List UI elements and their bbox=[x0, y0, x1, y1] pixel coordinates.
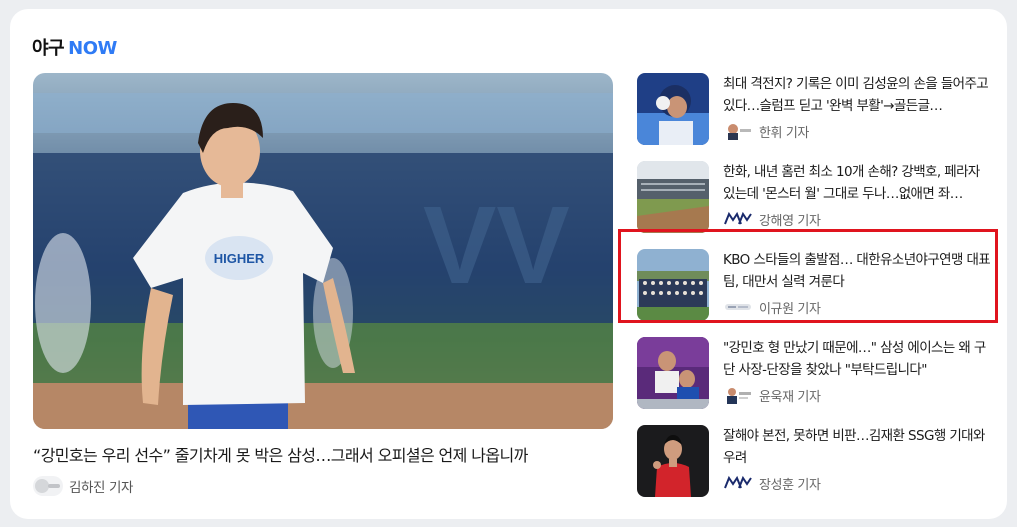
shirt-logo: HIGHER bbox=[205, 236, 273, 280]
press-logo-icon bbox=[33, 476, 63, 496]
reporter-name: 강해영 기자 bbox=[759, 213, 821, 229]
reporter-name: 이규원 기자 bbox=[759, 301, 821, 317]
list-item[interactable]: "강민호 형 만났기 때문에…" 삼성 에이스는 왜 구단 사장-단장을 찾았나… bbox=[637, 337, 1007, 425]
reporter-name: 김하진 기자 bbox=[69, 480, 133, 496]
press-logo-icon bbox=[723, 386, 753, 404]
list-item[interactable]: 잘해야 본전, 못하면 비판…김재환 SSG행 기대와 우려 장성훈 기자 bbox=[637, 425, 1007, 513]
article-byline: 이규원 기자 bbox=[723, 297, 821, 317]
article-thumbnail bbox=[637, 425, 709, 497]
reporter-name: 윤욱재 기자 bbox=[759, 389, 821, 405]
article-thumbnail bbox=[637, 73, 709, 145]
article-byline: 윤욱재 기자 bbox=[723, 385, 821, 405]
list-item[interactable]: KBO 스타들의 출발점… 대한유소년야구연맹 대표팀, 대만서 실력 겨룬다 … bbox=[637, 249, 1007, 337]
article-byline: 강해영 기자 bbox=[723, 209, 821, 229]
article-thumbnail bbox=[637, 249, 709, 321]
article-thumbnail bbox=[637, 337, 709, 409]
press-logo-icon bbox=[723, 474, 753, 492]
press-logo-icon bbox=[723, 298, 753, 316]
list-item[interactable]: 최대 격전지? 기록은 이미 김성윤의 손을 들어주고 있다…슬럼프 딛고 '완… bbox=[637, 73, 1007, 161]
featured-article-image[interactable]: VV HIGHER bbox=[33, 73, 613, 429]
article-byline: 한휘 기자 bbox=[723, 121, 809, 141]
article-title: "강민호 형 만났기 때문에…" 삼성 에이스는 왜 구단 사장-단장을 찾았나… bbox=[723, 340, 986, 378]
article-byline: 장성훈 기자 bbox=[723, 473, 821, 493]
article-title: 최대 격전지? 기록은 이미 김성윤의 손을 들어주고 있다…슬럼프 딛고 '완… bbox=[723, 76, 989, 114]
baseball-now-card: 야구 NOW VV HIGHER “강민호는 우리 선수” 줄기차게 못 박은 … bbox=[10, 9, 1007, 519]
svg-text:VV: VV bbox=[423, 184, 570, 307]
reporter-name: 한휘 기자 bbox=[759, 125, 809, 141]
article-title: KBO 스타들의 출발점… 대한유소년야구연맹 대표팀, 대만서 실력 겨룬다 bbox=[723, 252, 991, 290]
article-title: 한화, 내년 홈런 최소 10개 손해? 강백호, 페라자 있는데 '몬스터 월… bbox=[723, 164, 980, 202]
press-logo-icon bbox=[723, 122, 753, 140]
section-title-accent: NOW bbox=[68, 38, 117, 59]
featured-article-title[interactable]: “강민호는 우리 선수” 줄기차게 못 박은 삼성…그래서 오피셜은 언제 나옵… bbox=[33, 442, 613, 466]
list-item[interactable]: 한화, 내년 홈런 최소 10개 손해? 강백호, 페라자 있는데 '몬스터 월… bbox=[637, 161, 1007, 249]
svg-text:HIGHER: HIGHER bbox=[214, 251, 265, 266]
press-logo-icon bbox=[723, 210, 753, 228]
reporter-name: 장성훈 기자 bbox=[759, 477, 821, 493]
section-title: 야구 NOW bbox=[32, 38, 117, 59]
article-thumbnail bbox=[637, 161, 709, 233]
article-list: 최대 격전지? 기록은 이미 김성윤의 손을 들어주고 있다…슬럼프 딛고 '완… bbox=[637, 73, 1007, 513]
featured-article-byline: 김하진 기자 bbox=[33, 475, 133, 497]
featured-photo: VV HIGHER bbox=[33, 73, 613, 429]
article-title: 잘해야 본전, 못하면 비판…김재환 SSG행 기대와 우려 bbox=[723, 428, 985, 466]
